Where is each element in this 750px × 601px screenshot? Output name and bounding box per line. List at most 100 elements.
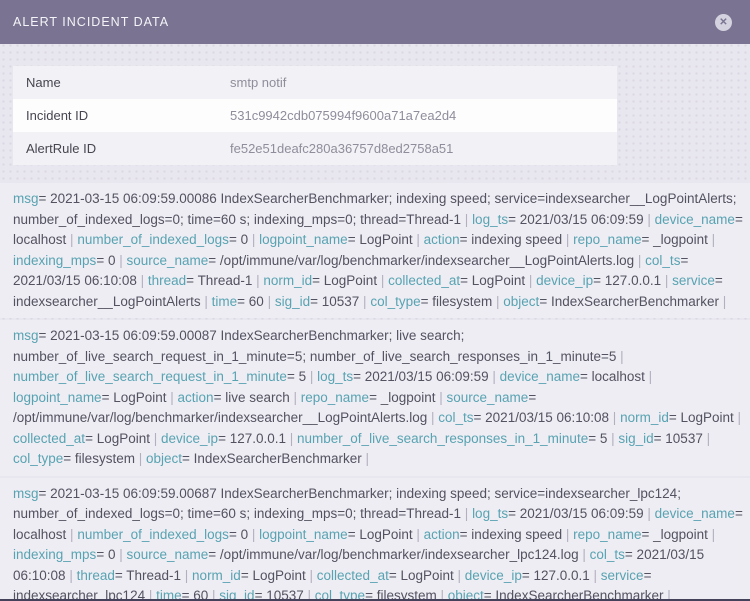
pipe-separator: | [306, 369, 317, 384]
log-field-key[interactable]: logpoint_name [259, 232, 348, 247]
log-field-key[interactable]: col_type [13, 451, 63, 466]
log-field-key[interactable]: time [212, 294, 238, 309]
log-field-key[interactable]: thread [148, 273, 186, 288]
log-field-key[interactable]: number_of_indexed_logs [77, 527, 229, 542]
log-field-key[interactable]: indexing_mps [13, 547, 96, 562]
log-field-key[interactable]: norm_id [263, 273, 312, 288]
log-field-key[interactable]: msg [13, 486, 39, 501]
log-field-key[interactable]: thread [77, 568, 115, 583]
log-field-value: = LogPoint [669, 410, 734, 425]
log-field-value: = filesystem [421, 294, 493, 309]
log-field-key[interactable]: number_of_live_search_request_in_1_minut… [13, 369, 287, 384]
log-field-key[interactable]: number_of_live_search_responses_in_1_min… [297, 431, 588, 446]
log-field-key[interactable]: log_ts [317, 369, 353, 384]
log-field-key[interactable]: msg [13, 328, 39, 343]
pipe-separator: | [607, 431, 618, 446]
log-field-value: = 2021-03-15 06:09:59.00087 IndexSearche… [13, 328, 616, 364]
log-field-value: = 127.0.0.1 [593, 273, 661, 288]
log-field-key[interactable]: device_ip [161, 431, 218, 446]
log-field-value: = Thread-1 [186, 273, 252, 288]
pipe-separator: | [286, 431, 297, 446]
log-field-key[interactable]: sig_id [618, 431, 653, 446]
log-field-value: = 0 [229, 232, 248, 247]
log-field-key[interactable]: device_name [500, 369, 580, 384]
log-field-key[interactable]: number_of_indexed_logs [77, 232, 229, 247]
pipe-separator: | [137, 273, 148, 288]
log-field-value: = 0 [96, 253, 115, 268]
pipe-separator: | [525, 273, 536, 288]
log-field-key[interactable]: col_ts [438, 410, 473, 425]
log-field-key[interactable]: device_name [655, 212, 735, 227]
log-field-key[interactable]: sig_id [275, 294, 310, 309]
log-field-key[interactable]: collected_at [388, 273, 460, 288]
pipe-separator: | [359, 294, 370, 309]
log-field-key[interactable]: col_ts [590, 547, 625, 562]
close-button[interactable]: ✕ [715, 14, 732, 31]
log-field-key[interactable]: service [672, 273, 715, 288]
pipe-separator: | [306, 568, 317, 583]
log-field-key[interactable]: source_name [126, 253, 208, 268]
incident-table: Namesmtp notifIncident ID531c9942cdb0759… [13, 66, 617, 165]
log-field-key[interactable]: repo_name [301, 390, 369, 405]
log-field-value: = /opt/immune/var/log/benchmarker/indexs… [208, 253, 634, 268]
log-field-key[interactable]: col_type [370, 294, 420, 309]
log-field-value: = 0 [229, 527, 248, 542]
table-row: Namesmtp notif [13, 66, 617, 99]
log-field-key[interactable]: action [424, 232, 460, 247]
log-field-key[interactable]: msg [13, 191, 39, 206]
pipe-separator: | [167, 390, 178, 405]
log-field-key[interactable]: logpoint_name [13, 390, 102, 405]
pipe-separator: | [135, 451, 146, 466]
log-field-key[interactable]: col_ts [645, 253, 680, 268]
log-field-key[interactable]: object [146, 451, 182, 466]
pipe-separator: | [661, 273, 672, 288]
pipe-separator: | [248, 527, 259, 542]
log-field-value: = filesystem [63, 451, 135, 466]
pipe-separator: | [362, 451, 369, 466]
log-field-key[interactable]: norm_id [192, 568, 241, 583]
log-field-value: = 0 [96, 547, 115, 562]
pipe-separator: | [719, 294, 726, 309]
pipe-separator: | [181, 568, 192, 583]
log-field-value: = LogPoint [348, 232, 413, 247]
log-field-key[interactable]: repo_name [573, 232, 641, 247]
pipe-separator: | [454, 568, 465, 583]
log-field-value: = 2021/03/15 06:09:59 [353, 369, 489, 384]
log-field-key[interactable]: device_ip [465, 568, 522, 583]
pipe-separator: | [252, 273, 263, 288]
log-field-value: = IndexSearcherBenchmarker [539, 294, 719, 309]
pipe-separator: | [609, 410, 620, 425]
log-field-key[interactable]: device_ip [536, 273, 593, 288]
log-field-key[interactable]: log_ts [472, 212, 508, 227]
pipe-separator: | [427, 410, 438, 425]
modal-header: ALERT INCIDENT DATA ✕ [0, 0, 750, 44]
log-field-key[interactable]: logpoint_name [259, 527, 348, 542]
log-field-value: = IndexSearcherBenchmarker [182, 451, 362, 466]
row-value: fe52e51deafc280a36757d8ed2758a51 [230, 141, 453, 156]
log-field-key[interactable]: indexing_mps [13, 253, 96, 268]
log-field-value: = _logpoint [641, 232, 707, 247]
close-icon: ✕ [719, 14, 727, 31]
log-field-key[interactable]: action [178, 390, 214, 405]
log-field-value: = 2021/03/15 06:10:08 [474, 410, 610, 425]
log-field-key[interactable]: norm_id [620, 410, 669, 425]
log-field-key[interactable]: action [424, 527, 460, 542]
log-field-value: = 5 [287, 369, 306, 384]
log-field-key[interactable]: object [503, 294, 539, 309]
pipe-separator: | [436, 390, 447, 405]
log-field-key[interactable]: device_name [655, 506, 735, 521]
log-field-key[interactable]: collected_at [13, 431, 85, 446]
log-field-value: = LogPoint [460, 273, 525, 288]
log-field-value: = LogPoint [85, 431, 150, 446]
log-field-value: = LogPoint [102, 390, 167, 405]
log-field-key[interactable]: source_name [447, 390, 529, 405]
log-field-value: = localhost [580, 369, 645, 384]
log-field-key[interactable]: service [601, 568, 644, 583]
log-field-key[interactable]: log_ts [472, 506, 508, 521]
pipe-separator: | [377, 273, 388, 288]
log-field-value: = LogPoint [241, 568, 306, 583]
log-field-key[interactable]: collected_at [317, 568, 389, 583]
log-field-value: = _logpoint [369, 390, 435, 405]
log-field-key[interactable]: repo_name [573, 527, 641, 542]
log-field-key[interactable]: source_name [126, 547, 208, 562]
